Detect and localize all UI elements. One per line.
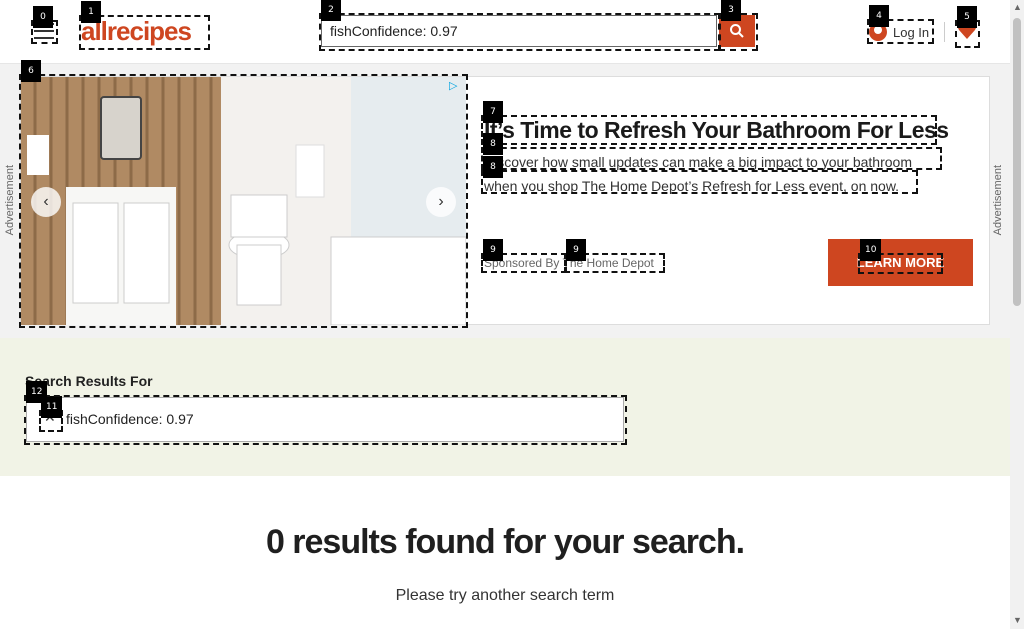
heart-icon[interactable] (957, 20, 977, 42)
menu-icon[interactable] (34, 23, 54, 39)
login-link[interactable]: Log In (869, 20, 929, 44)
scroll-up-icon[interactable]: ▲ (1013, 2, 1022, 12)
ad-sponsored[interactable]: Sponsored By The Home Depot (484, 256, 654, 270)
scrollbar-thumb[interactable] (1013, 18, 1021, 306)
search-button[interactable] (719, 15, 755, 47)
site-logo[interactable]: allrecipes (81, 15, 208, 47)
user-icon (869, 23, 887, 41)
divider (944, 22, 945, 42)
learn-more-button[interactable]: LEARN MORE (828, 239, 973, 286)
search-input[interactable] (321, 15, 717, 47)
scroll-down-icon[interactable]: ▼ (1013, 615, 1022, 625)
clear-search-icon[interactable]: ✕ (44, 409, 56, 426)
login-label: Log In (893, 24, 930, 40)
adchoices-icon[interactable]: ▷ (449, 79, 457, 92)
ad-side-label-right: Advertisement (992, 165, 1004, 236)
ad-title[interactable]: It’s Time to Refresh Your Bathroom For L… (484, 117, 949, 144)
search-icon (730, 24, 744, 38)
ad-desc-line1: Discover how small updates can make a bi… (484, 154, 912, 170)
ad-image[interactable] (21, 77, 466, 325)
site-header: allrecipes Log In (0, 0, 1010, 64)
no-results-subtitle: Please try another search term (395, 587, 615, 604)
ad-desc-line2: when you shop The Home Depot’s Refresh f… (484, 178, 900, 194)
scrollbar[interactable]: ▲ ▼ (1010, 0, 1024, 629)
no-results-title: 0 results found for your search. (265, 523, 745, 561)
ad-description[interactable]: Discover how small updates can make a bi… (484, 150, 944, 198)
search-query-value: fishConfidence: 0.97 (66, 411, 194, 427)
carousel-prev-button[interactable]: ‹ (31, 187, 61, 217)
ad-side-label-left: Advertisement (4, 165, 16, 236)
ad-sponsored-label: Sponsored By (484, 256, 560, 270)
search-results-heading: Search Results For (25, 373, 153, 389)
carousel-next-button[interactable]: › (426, 187, 456, 217)
ad-sponsor-name: The Home Depot (562, 256, 654, 270)
